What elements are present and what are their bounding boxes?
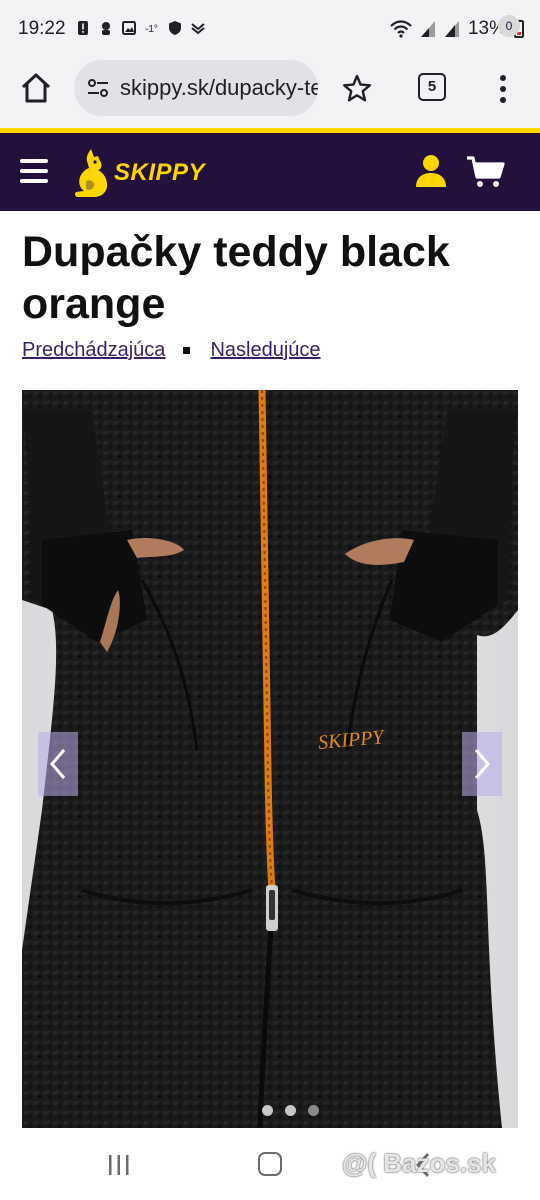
previous-product-link[interactable]: Predchádzajúca [22,339,165,362]
browser-toolbar: skippy.sk/dupacky-teddy-black-orange 5 [0,60,540,128]
gallery-dot[interactable] [262,1105,273,1116]
user-account-icon[interactable] [414,153,448,189]
product-photo: SKIPPY [22,390,518,1128]
wifi-icon [390,20,412,38]
home-nav-icon[interactable] [258,1152,282,1176]
chevron-double-icon [191,23,205,35]
next-product-link[interactable]: Nasledujúce [210,339,320,362]
nav-separator [183,347,191,354]
cart-count-badge: 0 [498,15,520,37]
bazos-watermark: @( Bazos.sk [342,1148,496,1178]
chevron-left-icon [50,749,66,779]
bookmark-star-icon[interactable] [340,72,374,106]
alert-icon [78,21,88,35]
temperature-icon: -1° [145,24,158,35]
signal-icon-2 [444,21,459,37]
site-settings-icon[interactable] [86,76,110,100]
status-bar: 19:22 -1° 13% [0,0,540,60]
product-title: Dupačky teddy black orange [22,228,450,328]
recent-apps-icon[interactable] [106,1154,132,1176]
tab-switcher-button[interactable]: 5 [418,73,446,101]
product-image-gallery[interactable]: SKIPPY [22,390,518,1128]
product-navigation: Predchádzajúca Nasledujúce [22,339,321,362]
gallery-dot[interactable] [285,1105,296,1116]
gallery-prev-arrow[interactable] [38,732,78,796]
app-notification-icon [102,22,110,35]
site-logo[interactable]: SKIPPY [72,147,205,199]
signal-icon [420,21,435,37]
address-bar[interactable]: skippy.sk/dupacky-teddy-black-orange [74,60,318,116]
url-text[interactable]: skippy.sk/dupacky-teddy-black-orange [120,75,318,101]
menu-icon[interactable] [20,159,48,183]
shopping-cart-icon[interactable] [466,155,506,189]
home-icon[interactable] [18,70,54,106]
gallery-next-arrow[interactable] [462,732,502,796]
notification-icons: -1° [76,20,205,36]
status-time: 19:22 [18,18,66,39]
chevron-right-icon [474,749,490,779]
site-header: SKIPPY [0,133,540,211]
image-icon [122,21,136,35]
kangaroo-logo-icon [74,149,108,197]
shield-icon [169,21,181,35]
gallery-dot-active[interactable] [308,1105,319,1116]
svg-text:-1°: -1° [145,24,158,35]
logo-text: SKIPPY [114,159,206,186]
more-options-icon[interactable] [493,72,513,106]
gallery-pagination [262,1105,319,1116]
